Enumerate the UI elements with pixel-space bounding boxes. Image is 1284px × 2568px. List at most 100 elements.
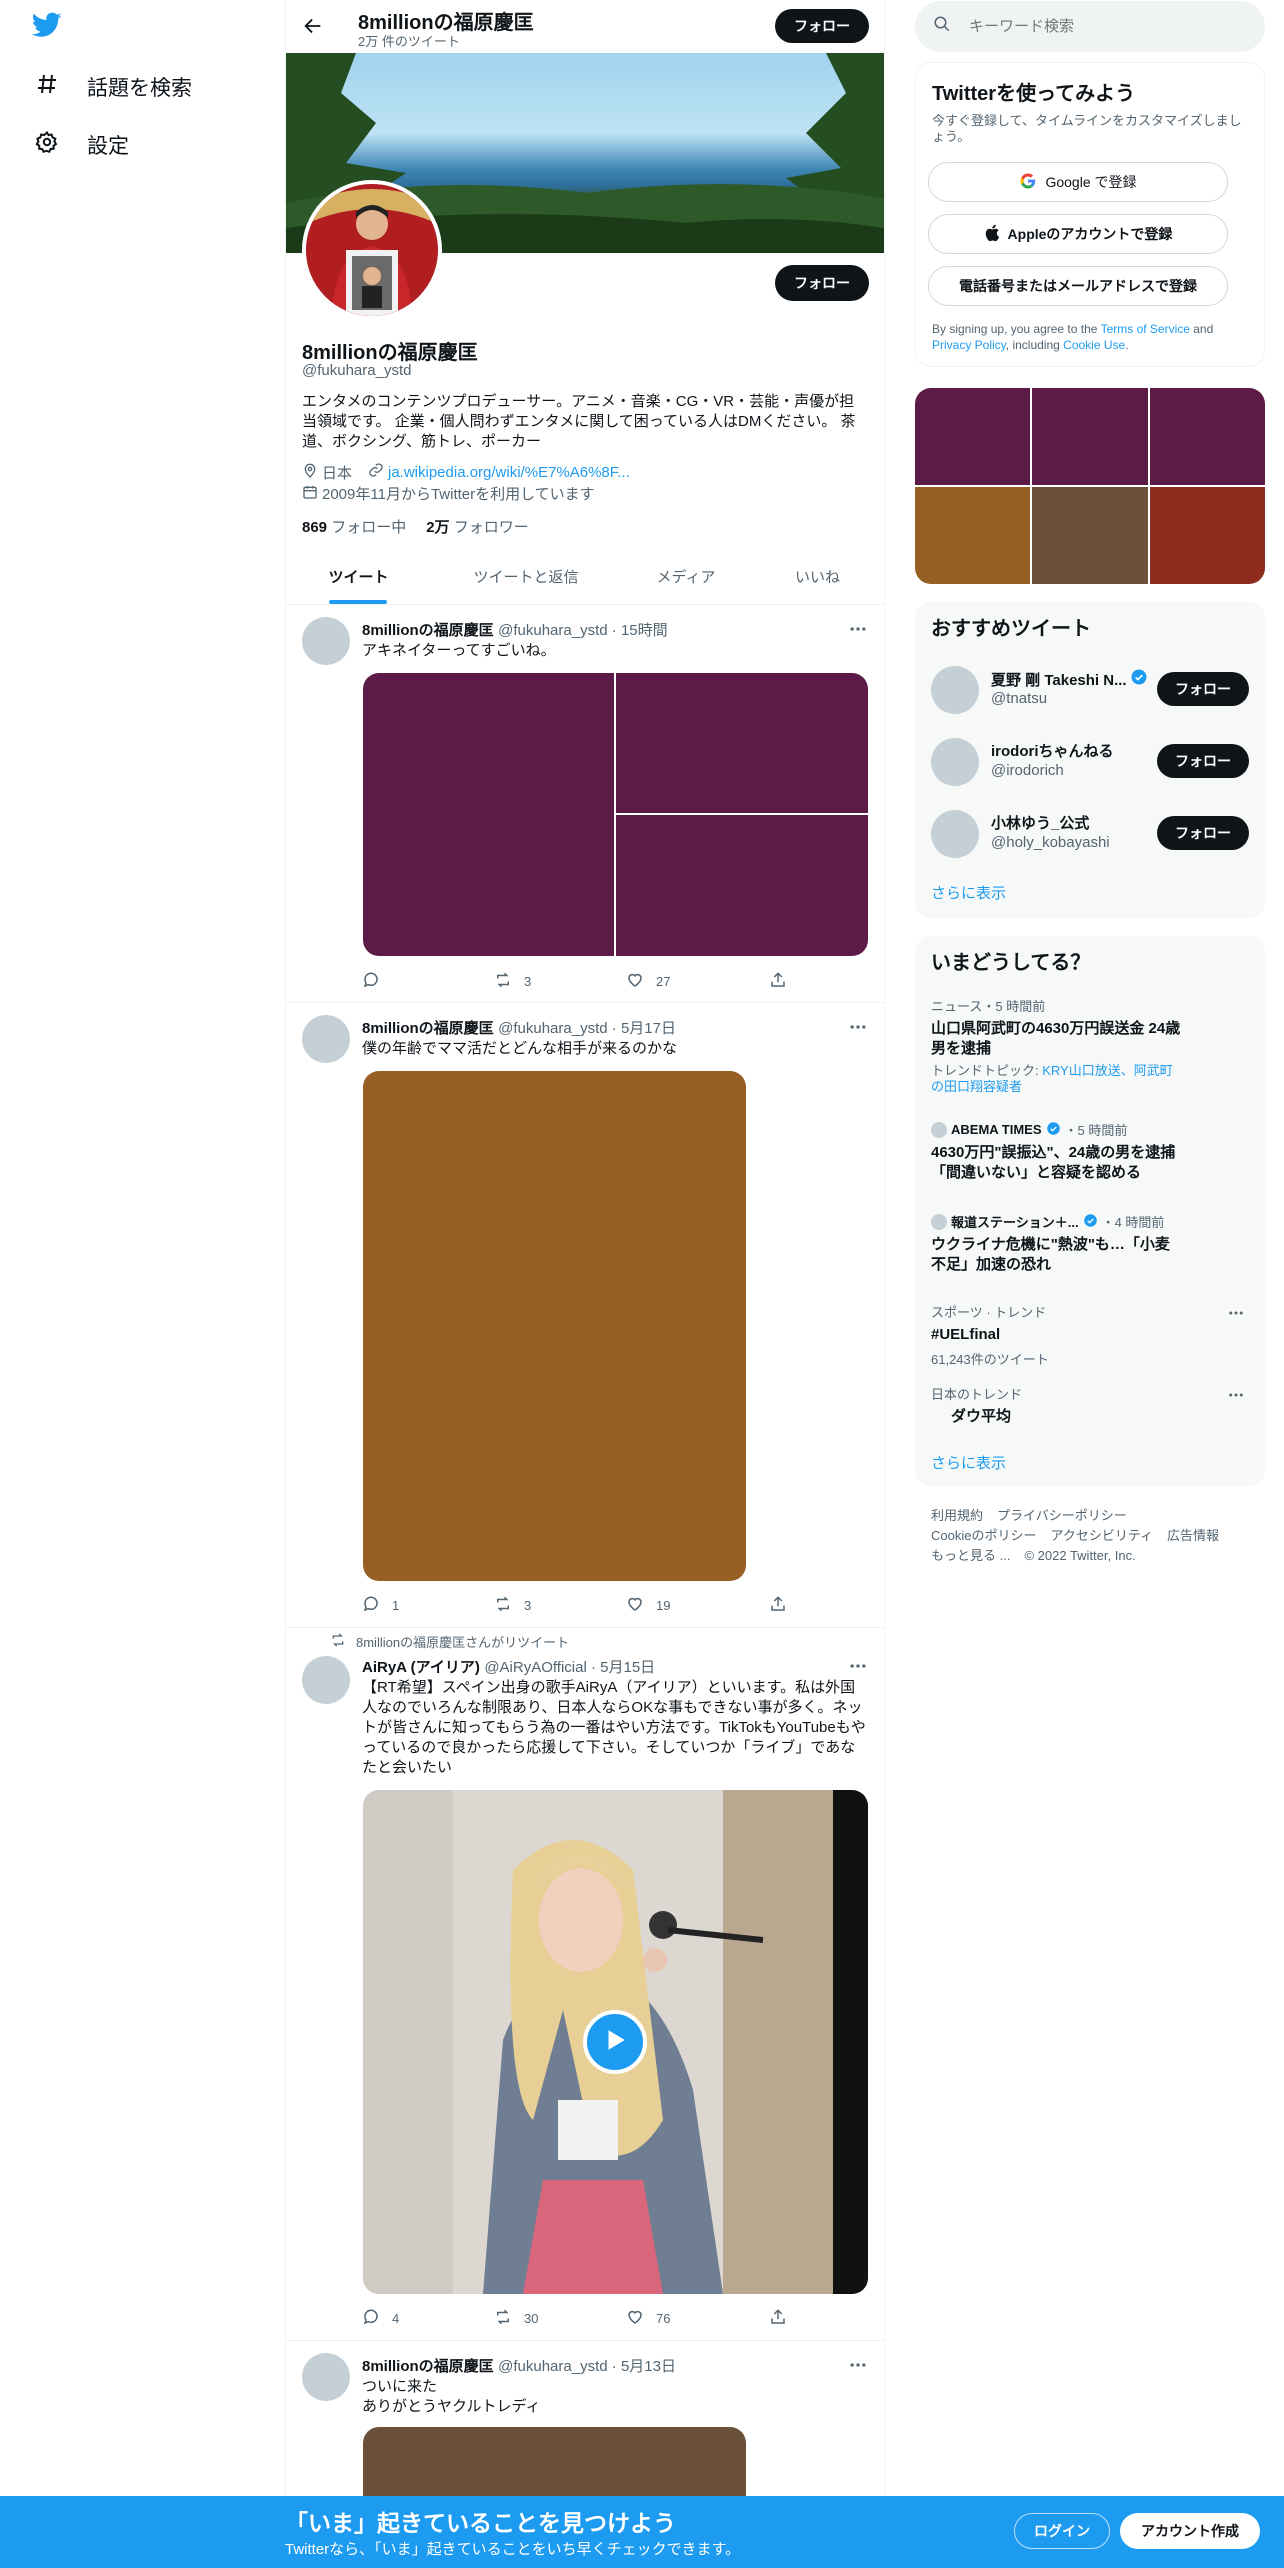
- trend-item[interactable]: ニュース・5 時間前 山口県阿武町の4630万円誤送金 24歳男を逮捕 トレンド…: [931, 996, 1181, 1095]
- like-button[interactable]: 27: [626, 971, 670, 992]
- tweet-avatar[interactable]: [302, 1015, 350, 1063]
- tab-likes[interactable]: いいね: [751, 548, 884, 604]
- login-button[interactable]: ログイン: [1014, 2513, 1110, 2549]
- profile-website[interactable]: ja.wikipedia.org/wiki/%E7%A6%8F...: [368, 462, 630, 482]
- website-link[interactable]: ja.wikipedia.org/wiki/%E7%A6%8F...: [388, 464, 630, 481]
- google-signup-button[interactable]: Google で登録: [928, 162, 1228, 202]
- footer-privacy-link[interactable]: プライバシーポリシー: [997, 1506, 1127, 1526]
- tweet-author-handle[interactable]: @fukuhara_ystd: [498, 1020, 607, 1037]
- trend-item[interactable]: スポーツ · トレンド #UELfinal 61,243件のツイート: [931, 1302, 1249, 1368]
- tweet-author-name[interactable]: AiRyA (アイリア): [362, 1659, 480, 1676]
- tweet-photo[interactable]: [363, 1071, 746, 1581]
- reply-button[interactable]: 4: [362, 2308, 399, 2329]
- tweet-avatar[interactable]: [302, 2353, 350, 2401]
- following-link[interactable]: 869 フォロー中: [302, 516, 406, 537]
- footer-ads-link[interactable]: 広告情報: [1167, 1526, 1219, 1546]
- profile-follow-button[interactable]: フォロー: [775, 265, 869, 301]
- footer-terms-link[interactable]: 利用規約: [931, 1506, 983, 1526]
- followers-link[interactable]: 2万 フォロワー: [426, 516, 529, 537]
- create-account-button[interactable]: アカウント作成: [1120, 2513, 1260, 2549]
- nav-explore[interactable]: 話題を検索: [35, 72, 192, 102]
- more-options-icon[interactable]: [848, 2355, 868, 2380]
- trend-item[interactable]: 日本のトレンド ダウ平均: [931, 1384, 1249, 1427]
- share-button[interactable]: [769, 2308, 787, 2329]
- follow-button[interactable]: フォロー: [1157, 744, 1249, 778]
- recommended-show-more[interactable]: さらに表示: [931, 882, 1006, 903]
- share-button[interactable]: [769, 1595, 787, 1616]
- follow-button[interactable]: フォロー: [1157, 672, 1249, 706]
- tab-media[interactable]: メディア: [621, 548, 751, 604]
- like-button[interactable]: 19: [626, 1595, 670, 1616]
- trends-show-more[interactable]: さらに表示: [931, 1452, 1006, 1473]
- user-name[interactable]: 夏野 剛 Takeshi N...: [991, 669, 1127, 690]
- reply-button[interactable]: [362, 971, 392, 992]
- search-box[interactable]: [915, 1, 1265, 52]
- like-button[interactable]: 76: [626, 2308, 670, 2329]
- recommended-user[interactable]: 小林ゆう_公式 @holy_kobayashi フォロー: [915, 798, 1265, 870]
- tweet-author-name[interactable]: 8millionの福原慶匡: [362, 1020, 494, 1037]
- recommended-user[interactable]: 夏野 剛 Takeshi N... @tnatsu フォロー: [915, 654, 1265, 726]
- tweet-author-handle[interactable]: @fukuhara_ystd: [498, 622, 607, 639]
- tweet-time[interactable]: 5月13日: [621, 2358, 676, 2375]
- media-thumbnail[interactable]: [1150, 487, 1265, 584]
- more-options-icon[interactable]: [1227, 1304, 1245, 1327]
- apple-signup-button[interactable]: Appleのアカウントで登録: [928, 214, 1228, 254]
- tweet-time[interactable]: 5月17日: [621, 1020, 676, 1037]
- cookie-use-link[interactable]: Cookie Use: [1063, 338, 1125, 352]
- tweet[interactable]: 8millionの福原慶匡 @fukuhara_ystd · 5月17日 僕の年…: [286, 1003, 884, 1627]
- share-button[interactable]: [769, 971, 787, 992]
- trend-item[interactable]: ABEMA TIMES ・5 時間前 4630万円"誤振込"、24歳の男を逮捕 …: [931, 1120, 1181, 1183]
- search-input[interactable]: [969, 18, 1229, 35]
- user-avatar[interactable]: [931, 810, 979, 858]
- retweeted-by-text[interactable]: 8millionの福原慶匡さんがリツイート: [356, 1632, 569, 1651]
- header-follow-button[interactable]: フォロー: [775, 9, 869, 43]
- tweet-photo[interactable]: [616, 673, 868, 813]
- footer-more-link[interactable]: もっと見る ...: [931, 1546, 1010, 1566]
- media-thumbnail[interactable]: [1032, 487, 1148, 584]
- retweet-button[interactable]: 30: [494, 2308, 538, 2329]
- more-options-icon[interactable]: [1227, 1386, 1245, 1409]
- tweet-time[interactable]: 5月15日: [600, 1659, 655, 1676]
- media-thumbnail[interactable]: [1032, 388, 1148, 485]
- tab-tweets[interactable]: ツイート: [286, 548, 431, 604]
- footer-cookie-link[interactable]: Cookieのポリシー: [931, 1526, 1036, 1546]
- retweet-button[interactable]: 3: [494, 1595, 531, 1616]
- tweet-photo[interactable]: [363, 673, 614, 956]
- footer-accessibility-link[interactable]: アクセシビリティ: [1050, 1526, 1153, 1546]
- tweet-avatar[interactable]: [302, 1656, 350, 1704]
- tab-tweets-replies[interactable]: ツイートと返信: [431, 548, 621, 604]
- user-avatar[interactable]: [931, 738, 979, 786]
- tweet-time[interactable]: 15時間: [621, 622, 668, 639]
- terms-of-service-link[interactable]: Terms of Service: [1101, 322, 1190, 336]
- trend-item[interactable]: 報道ステーション＋... ・4 時間前 ウクライナ危機に"熱波"も…「小麦不足」…: [931, 1212, 1181, 1275]
- nav-settings[interactable]: 設定: [35, 130, 129, 160]
- media-thumbnail[interactable]: [915, 487, 1030, 584]
- follow-button[interactable]: フォロー: [1157, 816, 1249, 850]
- user-name[interactable]: irodoriちゃんねる: [991, 740, 1114, 761]
- tweet-photo[interactable]: [616, 815, 868, 956]
- media-thumbnail[interactable]: [915, 388, 1030, 485]
- more-options-icon[interactable]: [848, 1017, 868, 1042]
- privacy-policy-link[interactable]: Privacy Policy: [932, 338, 1006, 352]
- back-arrow-icon[interactable]: [302, 15, 324, 42]
- tweet-media-grid[interactable]: [363, 673, 868, 956]
- tweet-author-name[interactable]: 8millionの福原慶匡: [362, 622, 494, 639]
- user-name[interactable]: 小林ゆう_公式: [991, 812, 1089, 833]
- tweet-avatar[interactable]: [302, 617, 350, 665]
- retweet-button[interactable]: 3: [494, 971, 531, 992]
- twitter-logo-icon[interactable]: [31, 12, 62, 43]
- phone-email-signup-button[interactable]: 電話番号またはメールアドレスで登録: [928, 266, 1228, 306]
- recommended-user[interactable]: irodoriちゃんねる @irodorich フォロー: [915, 726, 1265, 798]
- media-thumbnail[interactable]: [1150, 388, 1265, 485]
- profile-avatar[interactable]: [302, 180, 442, 320]
- tweet[interactable]: 8millionの福原慶匡 @fukuhara_ystd · 15時間 アキネイ…: [286, 605, 884, 1002]
- reply-button[interactable]: 1: [362, 1595, 399, 1616]
- user-avatar[interactable]: [931, 666, 979, 714]
- tweet[interactable]: 8millionの福原慶匡さんがリツイート AiRyA (アイリア) @AiRy…: [286, 1628, 884, 2340]
- video-play-button[interactable]: [583, 2010, 647, 2074]
- more-options-icon[interactable]: [848, 619, 868, 644]
- tweet-author-name[interactable]: 8millionの福原慶匡: [362, 2358, 494, 2375]
- tweet-video[interactable]: [363, 1790, 868, 2294]
- tweet-author-handle[interactable]: @AiRyAOfficial: [484, 1659, 586, 1676]
- tweet-author-handle[interactable]: @fukuhara_ystd: [498, 2358, 607, 2375]
